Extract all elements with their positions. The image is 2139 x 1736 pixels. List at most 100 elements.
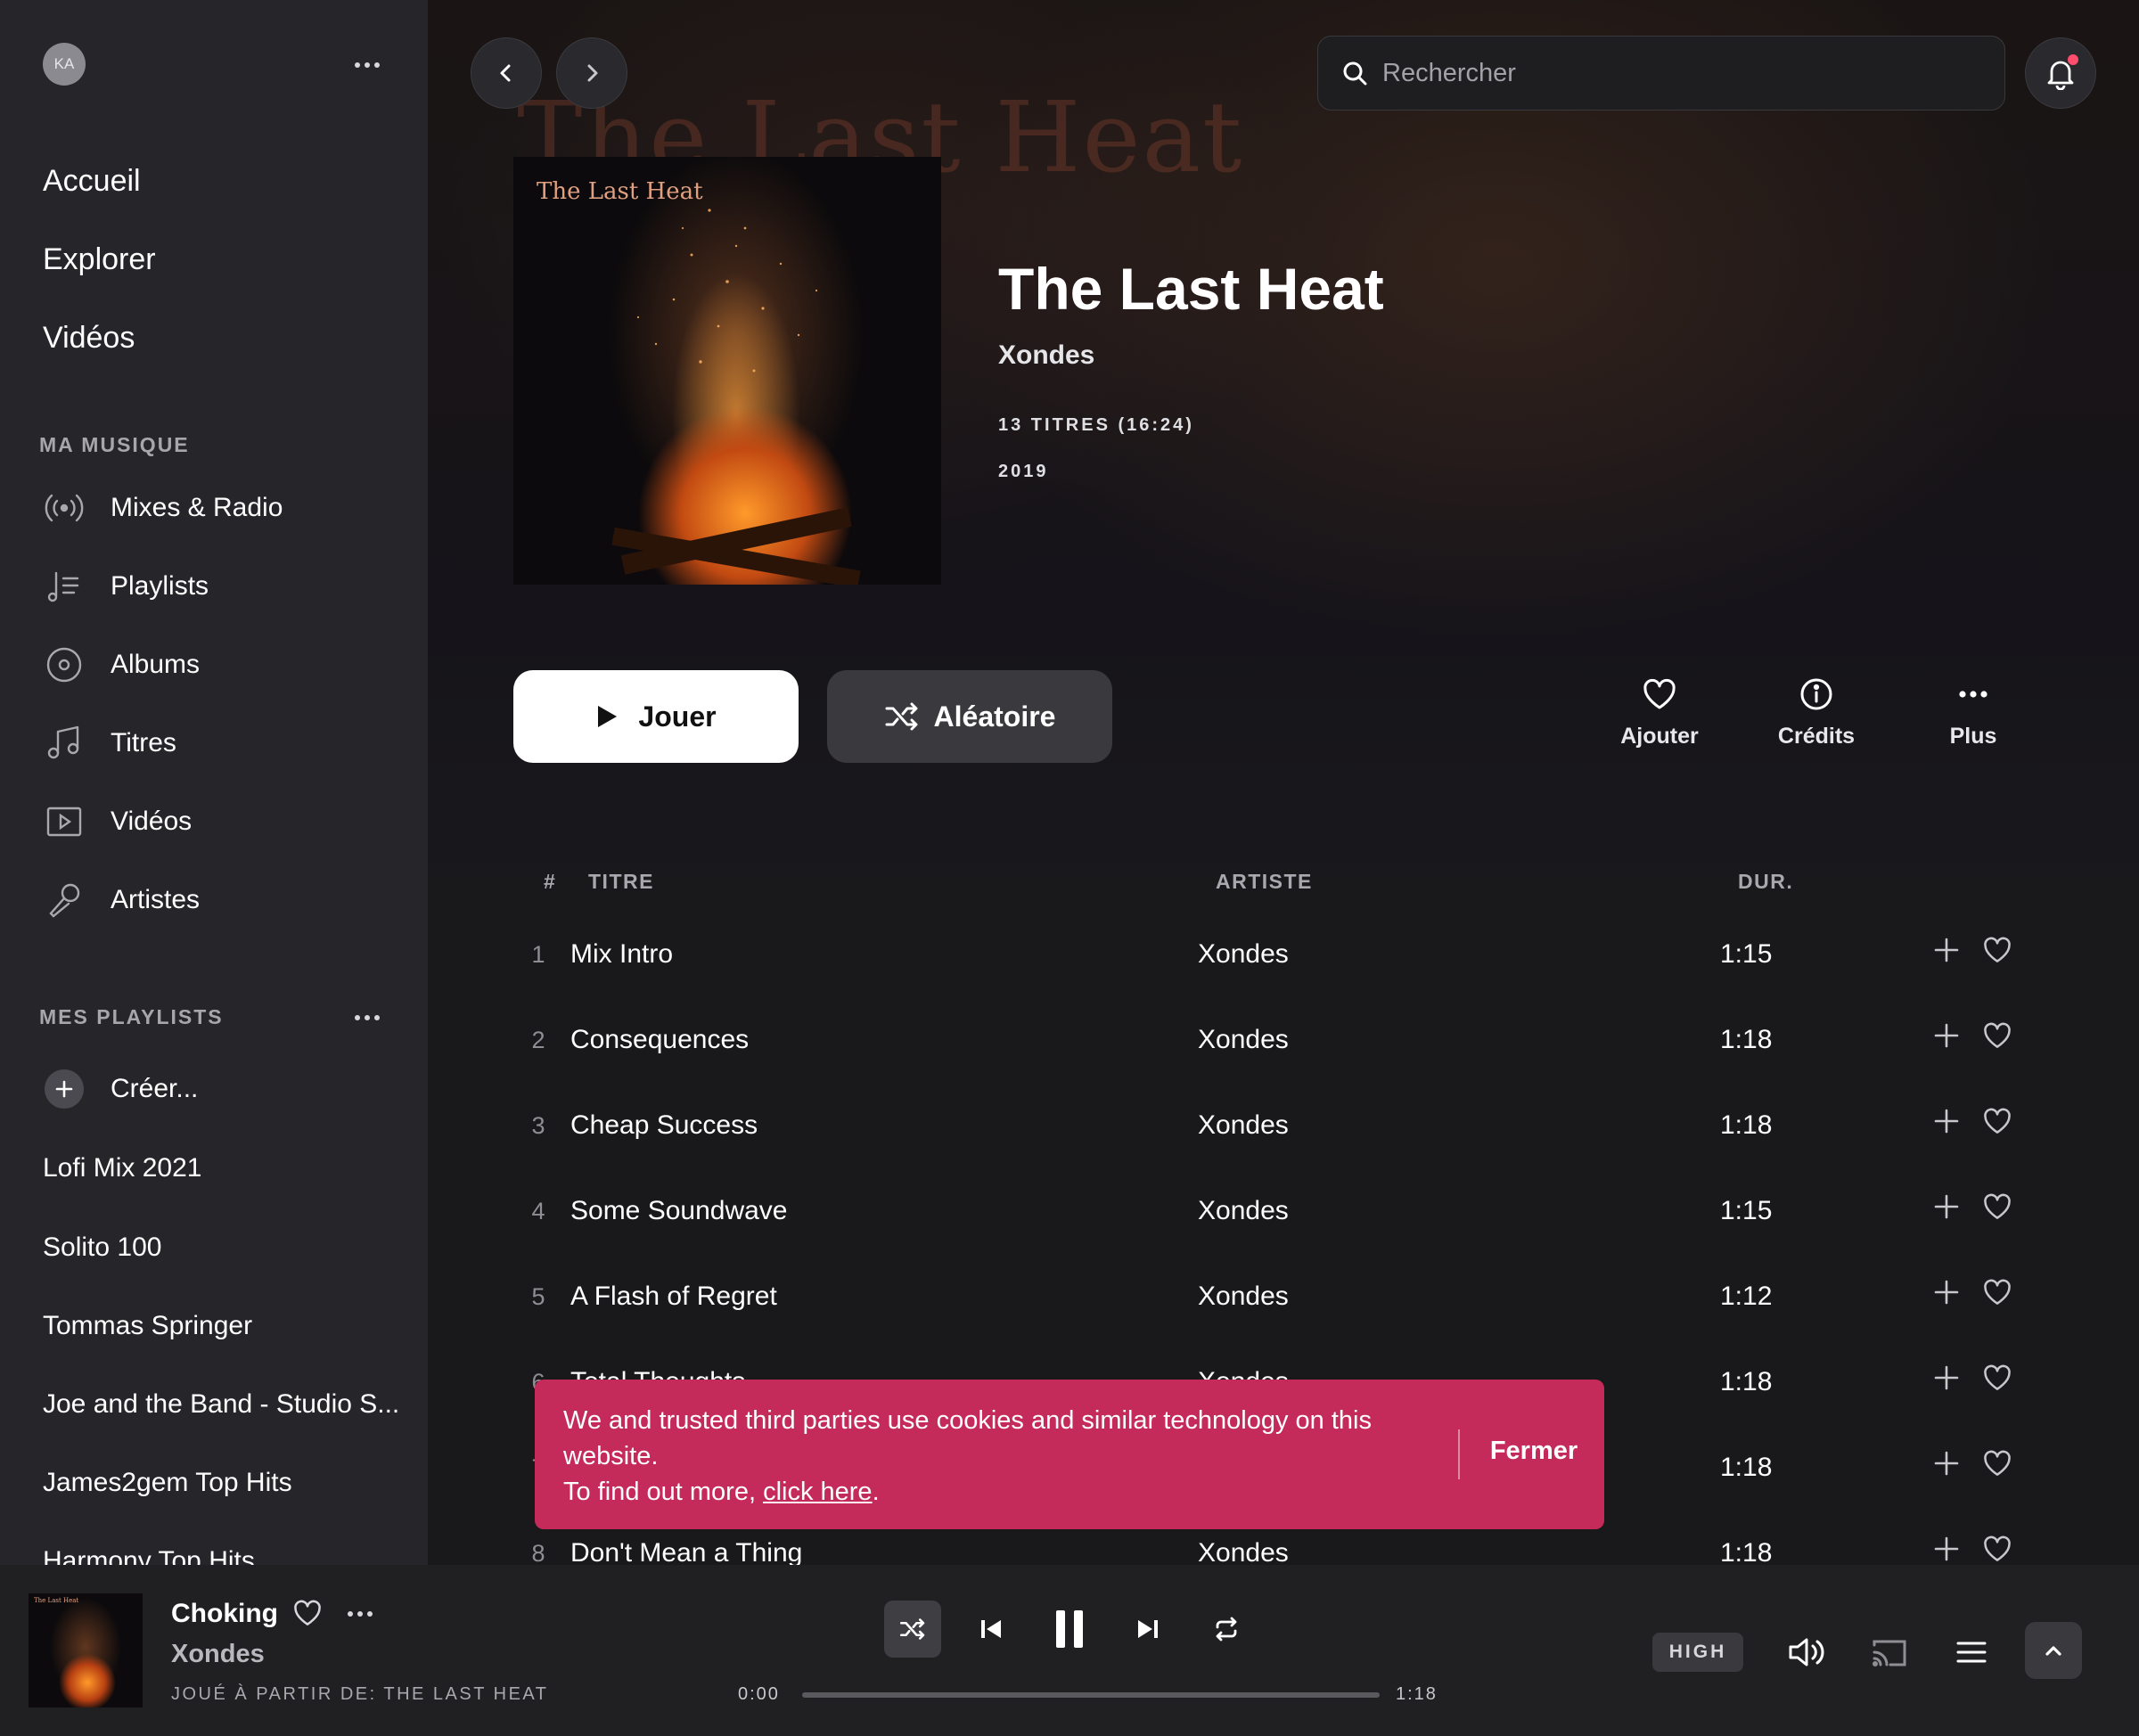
pause-button[interactable] [1041, 1601, 1098, 1658]
total-time: 1:18 [1396, 1684, 1438, 1704]
sidebar-item-videos[interactable]: Vidéos [43, 797, 192, 847]
album-cover: The Last Heat [513, 157, 941, 585]
track-title[interactable]: Consequences [570, 1025, 749, 1055]
heart-icon[interactable] [1982, 1278, 2012, 1311]
cast-button[interactable] [1864, 1627, 1914, 1677]
heart-icon[interactable] [1982, 1107, 2012, 1140]
volume-button[interactable] [1782, 1627, 1832, 1677]
repeat-button[interactable] [1198, 1601, 1255, 1658]
playlist-item[interactable]: Solito 100 [43, 1232, 161, 1263]
sidebar-more-icon[interactable] [348, 55, 387, 75]
heart-icon[interactable] [1982, 1535, 2012, 1565]
album-artist[interactable]: Xondes [998, 340, 1094, 371]
sidebar-item-albums[interactable]: Albums [43, 640, 200, 690]
album-icon [43, 643, 86, 686]
more-label: Plus [1949, 724, 1997, 749]
add-to-playlist-icon[interactable] [1932, 1021, 1961, 1054]
track-title[interactable]: Some Soundwave [570, 1196, 788, 1226]
cookie-close-button[interactable]: Fermer [1467, 1437, 1601, 1466]
add-to-playlist-icon[interactable] [1932, 1535, 1961, 1565]
pause-icon [1056, 1610, 1083, 1648]
track-title[interactable]: A Flash of Regret [570, 1282, 777, 1312]
heart-icon [1643, 678, 1676, 709]
now-playing-cover[interactable]: The Last Heat [29, 1593, 143, 1707]
create-playlist-button[interactable]: Créer... [43, 1064, 198, 1114]
credits-button[interactable]: Crédits [1754, 677, 1879, 749]
add-to-favorites-button[interactable]: Ajouter [1597, 677, 1722, 749]
track-row[interactable]: 4 Some Soundwave Xondes 1:15 [513, 1171, 2046, 1257]
add-to-playlist-icon[interactable] [1932, 1278, 1961, 1311]
playlist-item[interactable]: Joe and the Band - Studio S... [43, 1389, 399, 1420]
avatar[interactable]: KA [43, 43, 86, 86]
shuffle-icon [899, 1618, 925, 1640]
track-row[interactable]: 1 Mix Intro Xondes 1:15 [513, 914, 2046, 1000]
more-options-button[interactable]: Plus [1911, 677, 2036, 749]
playlist-icon [43, 565, 86, 608]
track-row[interactable]: 5 A Flash of Regret Xondes 1:12 [513, 1257, 2046, 1342]
track-title[interactable]: Cheap Success [570, 1110, 758, 1141]
add-to-playlist-icon[interactable] [1932, 1363, 1961, 1396]
track-artist[interactable]: Xondes [1198, 939, 1289, 970]
track-row[interactable]: 2 Consequences Xondes 1:18 [513, 1000, 2046, 1085]
now-playing-cover-title: The Last Heat [34, 1597, 79, 1604]
track-artist[interactable]: Xondes [1198, 1282, 1289, 1312]
heart-icon[interactable] [1982, 1021, 2012, 1054]
heart-icon[interactable] [1982, 936, 2012, 969]
track-duration: 1:18 [1720, 1367, 1773, 1396]
sidebar-item-tracks[interactable]: Titres [43, 718, 176, 768]
sidebar-item-mixes-radio[interactable]: Mixes & Radio [43, 483, 283, 533]
progress-bar[interactable] [802, 1692, 1380, 1698]
heart-icon[interactable] [1982, 1363, 2012, 1396]
track-row[interactable]: 3 Cheap Success Xondes 1:18 [513, 1085, 2046, 1171]
now-playing-title[interactable]: Choking [171, 1599, 278, 1629]
queue-button[interactable] [1946, 1627, 1996, 1677]
playlists-more-icon[interactable] [348, 1008, 387, 1028]
now-playing-more-icon[interactable] [340, 1604, 380, 1624]
now-playing-artist[interactable]: Xondes [171, 1640, 265, 1669]
forward-button[interactable] [556, 37, 627, 109]
track-artist[interactable]: Xondes [1198, 1538, 1289, 1565]
shuffle-button[interactable]: Aléatoire [827, 670, 1112, 763]
now-playing-source[interactable]: JOUÉ À PARTIR DE: THE LAST HEAT [171, 1684, 549, 1705]
playlist-item[interactable]: James2gem Top Hits [43, 1468, 292, 1498]
heart-icon[interactable] [1982, 1192, 2012, 1225]
quality-badge[interactable]: HIGH [1652, 1633, 1743, 1672]
sparks-image [611, 209, 861, 585]
now-playing-favorite-button[interactable] [292, 1599, 323, 1632]
more-icon [1959, 691, 1987, 698]
player-shuffle-button[interactable] [884, 1601, 941, 1658]
add-to-playlist-icon[interactable] [1932, 936, 1961, 969]
next-button[interactable] [1119, 1601, 1176, 1658]
previous-button[interactable] [963, 1601, 1020, 1658]
playlist-item[interactable]: Lofi Mix 2021 [43, 1153, 201, 1183]
cover-title: The Last Heat [537, 178, 703, 205]
cookie-info-link[interactable]: click here [763, 1478, 873, 1506]
sidebar-item-label: Playlists [111, 571, 209, 601]
playlist-item[interactable]: Harmony Top Hits [43, 1546, 255, 1565]
track-title[interactable]: Don't Mean a Thing [570, 1538, 802, 1565]
volume-icon [1789, 1638, 1824, 1666]
track-artist[interactable]: Xondes [1198, 1196, 1289, 1226]
nav-home[interactable]: Accueil [43, 164, 141, 199]
nav-explore[interactable]: Explorer [43, 242, 156, 277]
add-to-playlist-icon[interactable] [1932, 1449, 1961, 1482]
track-artist[interactable]: Xondes [1198, 1025, 1289, 1055]
expand-player-button[interactable] [2025, 1622, 2082, 1679]
play-button[interactable]: Jouer [513, 670, 799, 763]
column-header-number: # [544, 870, 557, 893]
notifications-button[interactable] [2025, 37, 2096, 109]
track-title[interactable]: Mix Intro [570, 939, 673, 970]
track-artist[interactable]: Xondes [1198, 1110, 1289, 1141]
sidebar-item-playlists[interactable]: Playlists [43, 561, 209, 611]
add-to-playlist-icon[interactable] [1932, 1107, 1961, 1140]
search-input[interactable] [1382, 58, 1953, 88]
nav-videos[interactable]: Vidéos [43, 321, 135, 356]
heart-icon[interactable] [1982, 1449, 2012, 1482]
search-bar[interactable] [1317, 36, 2005, 111]
add-to-playlist-icon[interactable] [1932, 1192, 1961, 1225]
shuffle-icon [885, 702, 918, 731]
back-button[interactable] [471, 37, 542, 109]
playlist-item[interactable]: Tommas Springer [43, 1311, 252, 1341]
column-header-artist: ARTISTE [1216, 870, 1313, 893]
sidebar-item-artists[interactable]: Artistes [43, 875, 200, 925]
